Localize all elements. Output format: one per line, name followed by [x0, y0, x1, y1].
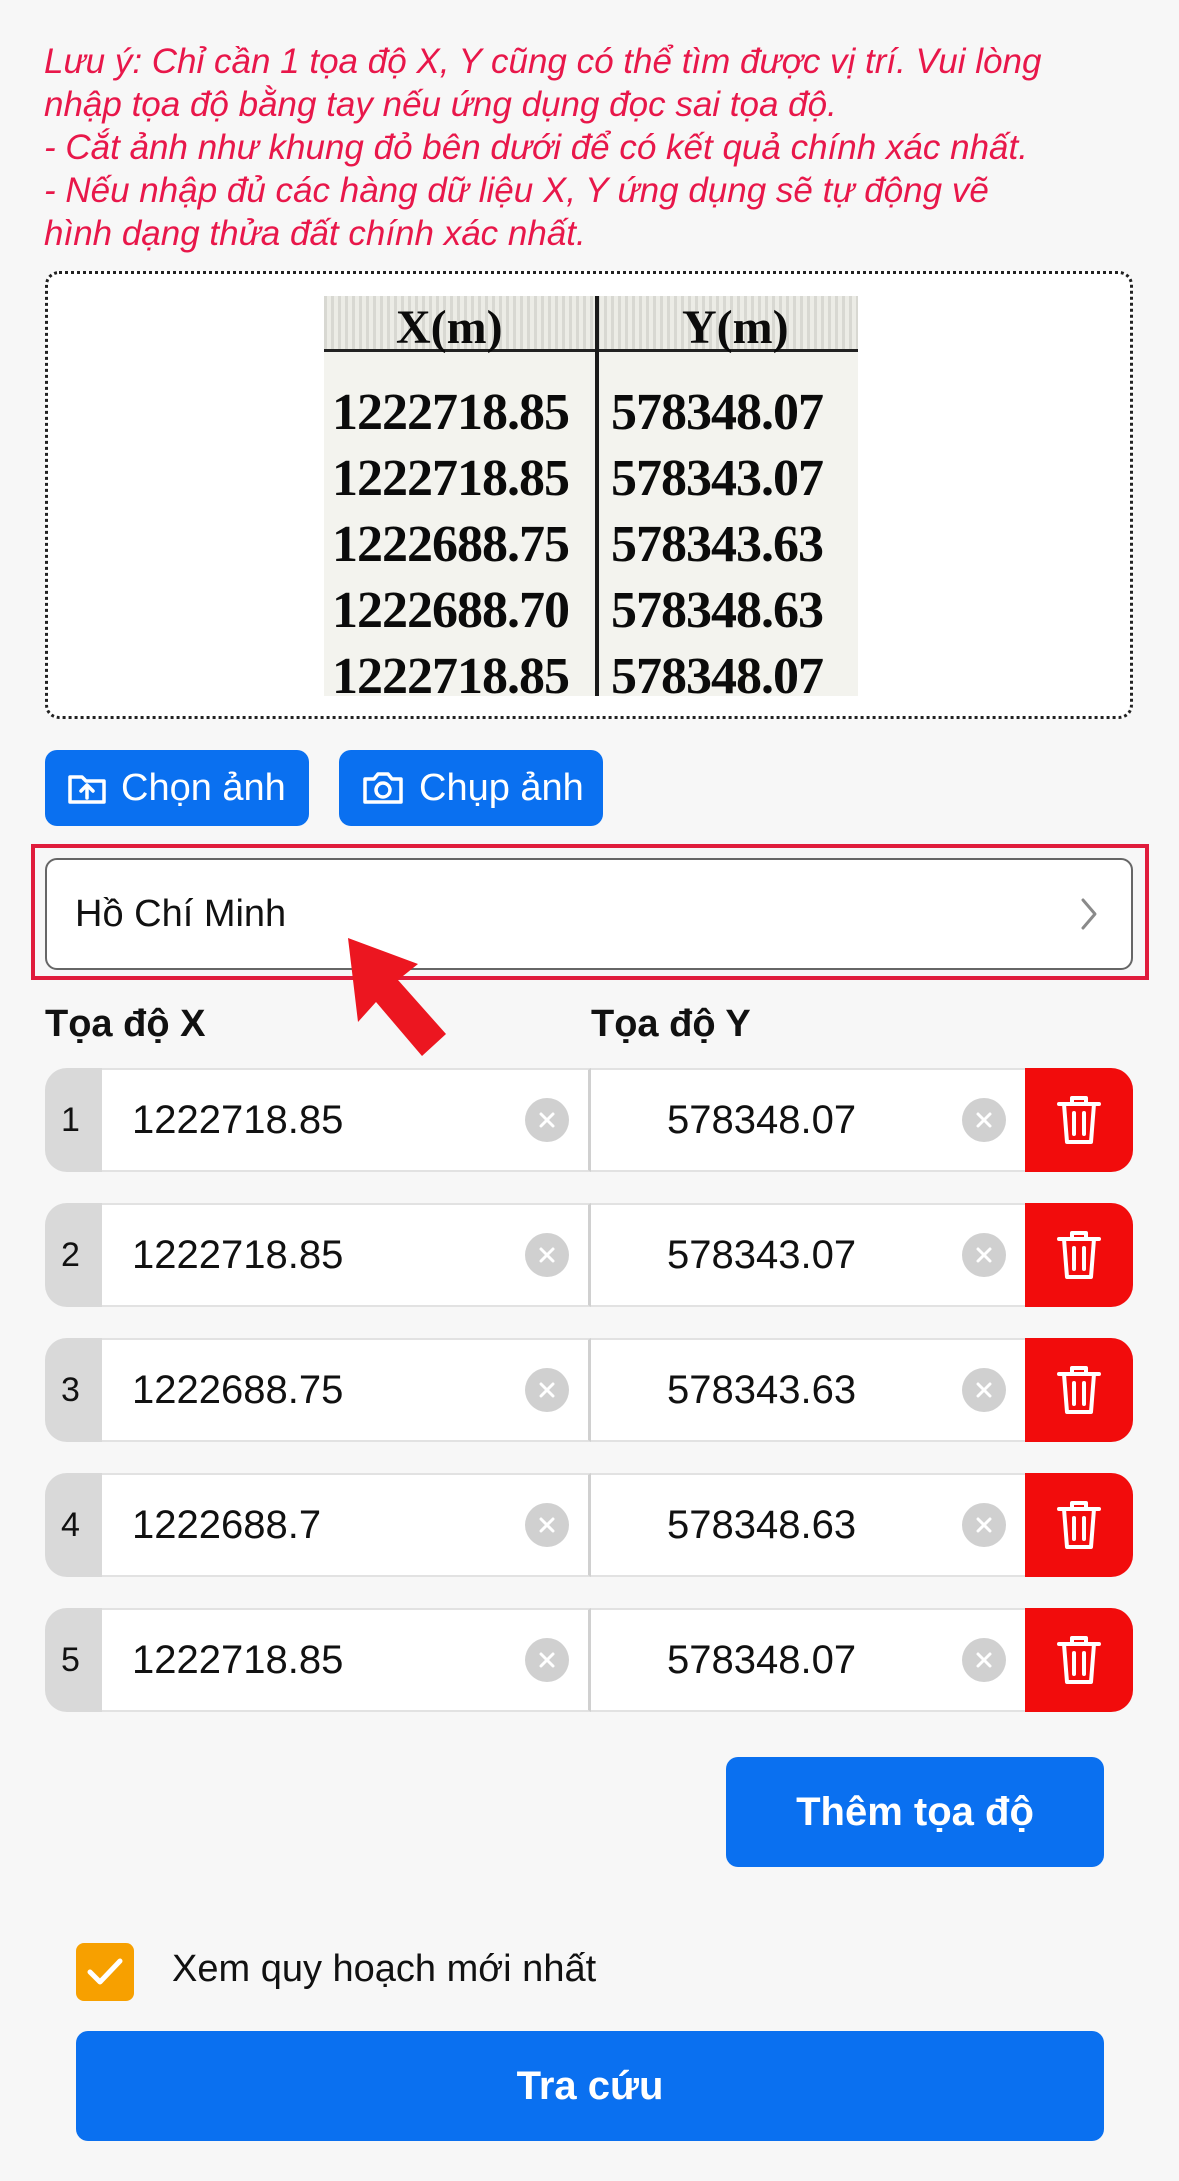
- latest-plan-label[interactable]: Xem quy hoạch mới nhất: [172, 1948, 596, 1991]
- y-input[interactable]: 578348.07: [591, 1068, 1025, 1172]
- coordinate-row: 1 1222718.85 578348.07: [45, 1068, 1133, 1172]
- sample-x-value: 1222718.85: [332, 450, 570, 507]
- sample-y-value: 578343.07: [611, 450, 824, 507]
- x-input[interactable]: 1222718.85: [102, 1068, 591, 1172]
- search-button[interactable]: Tra cứu: [76, 2031, 1104, 2141]
- red-arrow-icon: [348, 938, 446, 1056]
- clear-icon[interactable]: [962, 1638, 1006, 1682]
- sample-coordinate-image: X(m) Y(m) 1222718.85 1222718.85 1222688.…: [324, 296, 858, 696]
- sample-y-value: 578348.07: [611, 648, 824, 696]
- delete-row-button[interactable]: [1025, 1338, 1133, 1442]
- trash-icon: [1057, 1231, 1101, 1279]
- province-value: Hồ Chí Minh: [75, 892, 287, 935]
- trash-icon: [1057, 1636, 1101, 1684]
- trash-icon: [1057, 1096, 1101, 1144]
- upload-folder-icon: [68, 775, 106, 804]
- sample-y-column: 578348.07 578343.07 578343.63 578348.63 …: [611, 380, 824, 696]
- note-line: nhập tọa độ bằng tay nếu ứng dụng đọc sa…: [44, 85, 837, 124]
- clear-icon[interactable]: [962, 1098, 1006, 1142]
- note-line: - Cắt ảnh như khung đỏ bên dưới để có kế…: [44, 128, 1028, 167]
- y-input[interactable]: 578348.07: [591, 1608, 1025, 1712]
- delete-row-button[interactable]: [1025, 1608, 1133, 1712]
- x-input[interactable]: 1222688.75: [102, 1338, 591, 1442]
- x-input[interactable]: 1222718.85: [102, 1608, 591, 1712]
- clear-icon[interactable]: [525, 1638, 569, 1682]
- sample-y-value: 578343.63: [611, 516, 824, 573]
- capture-image-label: Chụp ảnh: [419, 766, 584, 809]
- sample-image-frame: X(m) Y(m) 1222718.85 1222718.85 1222688.…: [45, 271, 1133, 719]
- column-label-y: Tọa độ Y: [591, 1003, 751, 1045]
- choose-image-button[interactable]: Chọn ảnh: [45, 750, 309, 826]
- sample-x-value: 1222718.85: [332, 384, 570, 441]
- x-input[interactable]: 1222718.85: [102, 1203, 591, 1307]
- coordinate-row: 3 1222688.75 578343.63: [45, 1338, 1133, 1442]
- sample-x-value: 1222688.75: [332, 516, 570, 573]
- checkmark-icon: [87, 1958, 123, 1985]
- delete-row-button[interactable]: [1025, 1203, 1133, 1307]
- note-line: - Nếu nhập đủ các hàng dữ liệu X, Y ứng …: [44, 171, 989, 210]
- sample-x-value: 1222688.70: [332, 582, 570, 639]
- note-line: Lưu ý: Chỉ cần 1 tọa độ X, Y cũng có thể…: [44, 42, 1042, 81]
- x-input[interactable]: 1222688.7: [102, 1473, 591, 1577]
- sample-x-column: 1222718.85 1222718.85 1222688.75 1222688…: [332, 380, 570, 696]
- coordinate-row: 5 1222718.85 578348.07: [45, 1608, 1133, 1712]
- note-line: hình dạng thửa đất chính xác nhất.: [44, 214, 586, 253]
- add-coordinate-button[interactable]: Thêm tọa độ: [726, 1757, 1104, 1867]
- sample-x-value: 1222718.85: [332, 648, 570, 696]
- chevron-right-icon: [1081, 898, 1097, 930]
- trash-icon: [1057, 1501, 1101, 1549]
- sample-y-value: 578348.63: [611, 582, 824, 639]
- sample-y-value: 578348.07: [611, 384, 824, 441]
- clear-icon[interactable]: [962, 1233, 1006, 1277]
- delete-row-button[interactable]: [1025, 1473, 1133, 1577]
- instruction-note: Lưu ý: Chỉ cần 1 tọa độ X, Y cũng có thể…: [44, 40, 1144, 255]
- clear-icon[interactable]: [525, 1233, 569, 1277]
- capture-image-button[interactable]: Chụp ảnh: [339, 750, 603, 826]
- sample-header-y: Y(m): [682, 301, 789, 354]
- coordinate-row: 2 1222718.85 578343.07: [45, 1203, 1133, 1307]
- sample-divider: [595, 296, 599, 696]
- trash-icon: [1057, 1366, 1101, 1414]
- column-label-x: Tọa độ X: [45, 1003, 206, 1045]
- choose-image-label: Chọn ảnh: [121, 766, 286, 809]
- clear-icon[interactable]: [962, 1368, 1006, 1412]
- latest-plan-checkbox[interactable]: [76, 1943, 134, 2001]
- sample-header-x: X(m): [396, 301, 503, 354]
- clear-icon[interactable]: [962, 1503, 1006, 1547]
- province-select[interactable]: Hồ Chí Minh: [45, 858, 1133, 970]
- delete-row-button[interactable]: [1025, 1068, 1133, 1172]
- camera-icon: [363, 772, 403, 804]
- y-input[interactable]: 578343.07: [591, 1203, 1025, 1307]
- y-input[interactable]: 578343.63: [591, 1338, 1025, 1442]
- y-input[interactable]: 578348.63: [591, 1473, 1025, 1577]
- clear-icon[interactable]: [525, 1098, 569, 1142]
- clear-icon[interactable]: [525, 1503, 569, 1547]
- clear-icon[interactable]: [525, 1368, 569, 1412]
- coordinate-row: 4 1222688.7 578348.63: [45, 1473, 1133, 1577]
